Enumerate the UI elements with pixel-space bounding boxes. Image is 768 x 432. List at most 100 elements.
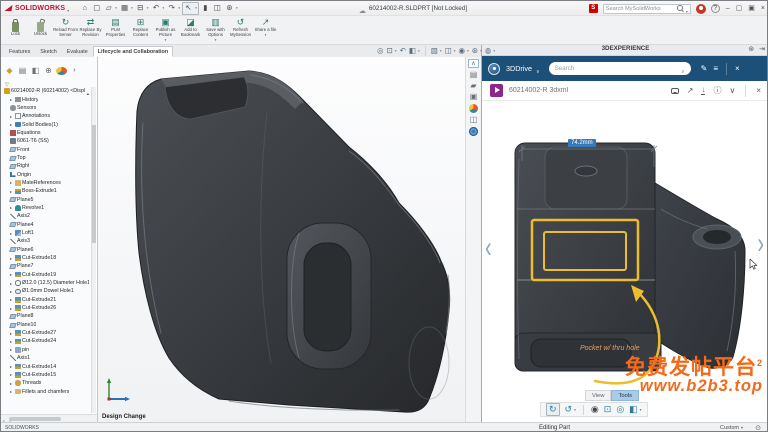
save-icon[interactable]: ▦ ▾: [119, 2, 134, 15]
restore-icon[interactable]: ▢: [736, 5, 743, 12]
lifecycle-and-collaboration[interactable]: Lifecycle and Collaboration: [92, 46, 174, 57]
orbit-icon[interactable]: ↺ ▾: [565, 405, 576, 414]
search-icon[interactable]: [676, 5, 684, 12]
redo-icon[interactable]: ↷ ▾: [166, 2, 181, 15]
image-icon[interactable]: ▣: [470, 93, 478, 101]
close-icon[interactable]: ×: [735, 64, 740, 73]
axis1[interactable]: Axis1: [3, 354, 89, 362]
scene-icon[interactable]: ◍ ▾: [485, 47, 495, 55]
boss-extrude1[interactable]: ▸ Boss-Extrude1: [3, 187, 89, 195]
12-0-12-5-diameter-hole1[interactable]: ▸ Ø12.0 (12.5) Diameter Hole1: [3, 279, 89, 287]
right[interactable]: Right: [3, 162, 89, 170]
equations[interactable]: Equations: [3, 129, 89, 137]
unlock[interactable]: Unlock: [28, 16, 53, 44]
close-window-icon[interactable]: ×: [761, 5, 765, 12]
undo-icon[interactable]: ↶ ▾: [151, 2, 166, 15]
plane6[interactable]: Plane6: [3, 246, 89, 254]
6061-t6-ss[interactable]: 6061-T6 (SS): [3, 137, 89, 145]
comment-icon[interactable]: [670, 87, 679, 94]
front[interactable]: Front: [3, 145, 89, 153]
refresh-mysession[interactable]: ↺ Refresh MySession: [228, 16, 253, 44]
cut-extrude26[interactable]: ▸ Cut-Extrude26: [3, 304, 89, 312]
fillets-and-chamfers[interactable]: ▸ Fillets and chamfers: [3, 387, 89, 395]
collapse-icon[interactable]: ∧: [468, 59, 479, 68]
tags-icon[interactable]: ⊙: [755, 424, 761, 431]
print-icon[interactable]: ⊟ ▾: [135, 2, 150, 15]
features[interactable]: Features: [4, 46, 35, 57]
cut-extrude18[interactable]: ▸ Cut-Extrude18: [3, 254, 89, 262]
menu-icon[interactable]: ≡: [713, 64, 718, 73]
search-filter-caret-icon[interactable]: [681, 60, 685, 78]
new-document-icon[interactable]: ▢: [91, 2, 102, 15]
minimize-icon[interactable]: –: [726, 5, 730, 12]
close-icon[interactable]: ×: [756, 86, 761, 95]
display-manager-icon[interactable]: [56, 66, 67, 75]
annotations[interactable]: ▸ Annotations: [3, 112, 89, 120]
previous-item-icon[interactable]: ‹: [485, 231, 492, 266]
display-style-icon[interactable]: ◫ ▾: [445, 47, 456, 55]
chart-icon[interactable]: [469, 104, 478, 113]
zoom-icon[interactable]: ◎: [616, 405, 624, 414]
user-avatar[interactable]: [695, 3, 706, 14]
history[interactable]: ▸ History: [3, 95, 89, 103]
web-icon[interactable]: [469, 127, 478, 136]
download-icon[interactable]: ↓: [701, 86, 706, 95]
mysolidworks-search-input[interactable]: Search MySolidWorks: [602, 3, 691, 14]
sensors[interactable]: Sensors: [3, 104, 89, 112]
pin[interactable]: ▸ pin: [3, 346, 89, 354]
matereferences[interactable]: ▸ MateReferences: [3, 179, 89, 187]
cut-extrude19[interactable]: ▸ Cut-Extrude19: [3, 271, 89, 279]
app-switch-caret-icon[interactable]: [536, 60, 540, 78]
reload-from-server[interactable]: ↻ Reload From Server: [53, 16, 78, 44]
hide-items-icon[interactable]: ◉ ▾: [458, 47, 468, 55]
eye-icon[interactable]: ◉: [591, 405, 599, 414]
compass-icon[interactable]: [488, 62, 500, 75]
view-orientation-icon[interactable]: ▧ ▾: [431, 47, 442, 55]
tree-root-item[interactable]: 60214002-R (60214002) <Display St: [3, 87, 89, 95]
axis3[interactable]: Axis3: [3, 237, 89, 245]
tree-horizontal-scrollbar[interactable]: [1, 414, 97, 422]
help-icon[interactable]: ?: [710, 4, 720, 13]
dimxpert-icon[interactable]: ⊕: [43, 66, 54, 75]
section-icon[interactable]: ◧ ▾: [629, 405, 641, 414]
cut-extrude21[interactable]: ▸ Cut-Extrude21: [3, 296, 89, 304]
app-logo[interactable]: SOLIDWORKS: [5, 1, 69, 17]
expand-icon[interactable]: ›: [69, 67, 80, 74]
publish-as-picture[interactable]: ▣ Publish as Picture ▾: [153, 16, 178, 44]
layout-icon[interactable]: ◫: [470, 116, 478, 124]
plm-properties[interactable]: ▤ PLM Properties: [103, 16, 128, 44]
configurations-icon[interactable]: ◧: [30, 66, 41, 75]
replace-content[interactable]: ⊞ Replace Content: [128, 16, 153, 44]
window-icon[interactable]: ◫: [212, 2, 223, 15]
scrollbar-thumb[interactable]: [9, 417, 61, 421]
viewer-area[interactable]: 74.2mm ‹ › Pocket w/ thru hole View Tool…: [482, 101, 767, 422]
plane4[interactable]: Plane4: [3, 221, 89, 229]
options-icon[interactable]: ⊛ ▾: [224, 2, 239, 15]
select-icon[interactable]: ↖ ▾: [182, 1, 199, 15]
share-a-file[interactable]: ↗ Share a file ▾: [253, 16, 278, 44]
add-to-bookmark[interactable]: ◪ Add to Bookmark: [178, 16, 203, 44]
tag-icon[interactable]: ✎: [701, 64, 708, 73]
zoom-fit-icon[interactable]: ◎: [377, 47, 384, 55]
plane8[interactable]: Plane8: [3, 312, 89, 320]
next-item-icon[interactable]: ›: [757, 227, 764, 262]
revolve1[interactable]: ▸ Revolve1: [3, 204, 89, 212]
zoom-area-icon[interactable]: ⊡ ▾: [387, 47, 397, 55]
drive-search-input[interactable]: Search: [548, 60, 691, 78]
cut-extrude24[interactable]: ▸ Cut-Extrude24: [3, 337, 89, 345]
section-view-icon[interactable]: ◧ ▾: [409, 47, 420, 55]
loft1[interactable]: ▸ Loft1: [3, 229, 89, 237]
origin[interactable]: Origin: [3, 170, 89, 178]
fit-icon[interactable]: ⊡: [604, 405, 612, 414]
evaluate[interactable]: Evaluate: [62, 46, 93, 57]
rotate-icon[interactable]: ↻: [546, 403, 560, 416]
pin-icon[interactable]: ⇥: [759, 46, 765, 53]
appearance-icon[interactable]: ⊛ ▾: [472, 47, 482, 55]
plane10[interactable]: Plane10: [3, 321, 89, 329]
top[interactable]: Top: [3, 154, 89, 162]
previous-view-icon[interactable]: ↶: [400, 47, 406, 55]
app-name[interactable]: 3DDrive: [506, 64, 532, 73]
dimension-label[interactable]: 74.2mm: [568, 139, 596, 147]
view[interactable]: View: [585, 390, 612, 401]
solid-bodies-1[interactable]: ▸ Solid Bodies(1): [3, 120, 89, 128]
